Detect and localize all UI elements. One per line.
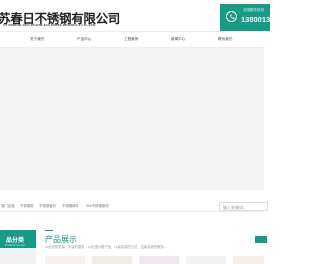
nav-item-products[interactable]: 产品中心 [77, 37, 91, 42]
hotline-label: 全国服务热线 [243, 8, 264, 12]
hot-link-4[interactable]: 不锈钢铸件 [62, 203, 79, 208]
company-name-en: ST SPRING SUN STAINLESS STEEL PRODUCT CO… [3, 23, 96, 27]
title-accent-line [45, 230, 53, 231]
hot-link-5[interactable]: 304不锈钢管材 [86, 203, 109, 208]
hotline-number[interactable]: 1380013 [241, 15, 270, 24]
more-button[interactable] [255, 236, 267, 243]
search-input[interactable]: 输入关键词... [219, 202, 268, 211]
product-thumbnail[interactable] [233, 256, 264, 264]
hot-link-1[interactable]: 钢门定做 [1, 203, 15, 208]
category-subtitle: Product Center [5, 243, 26, 247]
product-thumbnail[interactable] [186, 256, 226, 264]
hero-banner[interactable] [0, 48, 264, 190]
main-nav: 关于我们 产品中心 工程案例 新闻中心 联系我们 [0, 31, 264, 48]
products-description: 以优良的质量、完善的服务，以优惠价格产品，以最真诚的方法，这最真诚的服务。 [45, 245, 167, 249]
hot-link-2[interactable]: 不锈钢带 [20, 203, 34, 208]
product-thumbnail[interactable] [45, 256, 85, 264]
nav-item-news[interactable]: 新闻中心 [171, 37, 185, 42]
nav-item-about[interactable]: 关于我们 [30, 37, 44, 42]
nav-item-cases[interactable]: 工程案例 [124, 37, 138, 42]
hot-link-3[interactable]: 不锈钢管材 [39, 203, 56, 208]
phone-icon [226, 11, 237, 22]
product-thumbnail[interactable] [139, 256, 179, 264]
nav-item-contact[interactable]: 联系我们 [218, 37, 232, 42]
product-thumbnail[interactable] [92, 256, 132, 264]
category-list [0, 248, 36, 264]
search-placeholder: 输入关键词... [223, 204, 247, 210]
